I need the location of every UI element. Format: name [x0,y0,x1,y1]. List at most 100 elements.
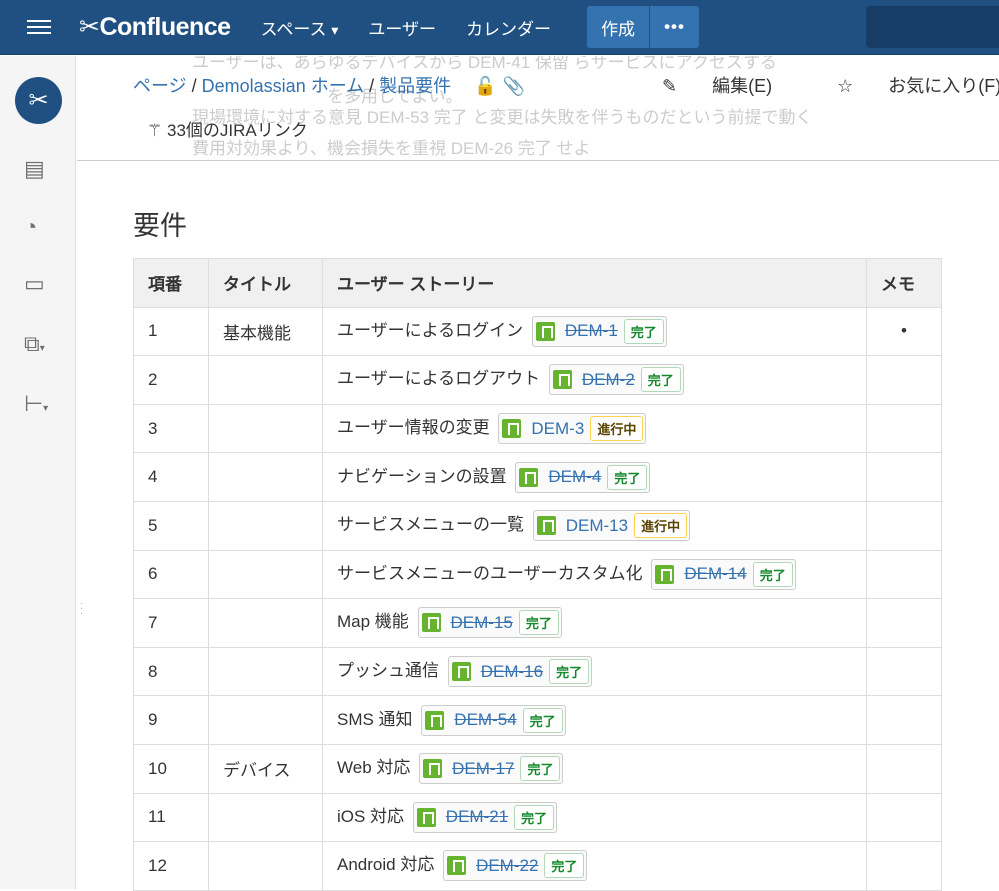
cell-no: 8 [133,646,209,697]
sidebar: ✂ ▤ ◔ ▭ ⧉▾ ⊢▾ · · · [0,56,83,889]
story-bookmark-icon [416,807,436,827]
cell-no: 10 [133,743,209,794]
col-header-no: 項番 [133,258,209,308]
issue-key[interactable]: DEM-13 [566,516,628,536]
jira-icon: ⚚ [147,121,163,140]
jira-issue-link[interactable]: DEM-22 完了 [443,850,588,882]
status-badge: 完了 [520,756,561,782]
search-input[interactable] [866,6,999,48]
table-row: 8 プッシュ通信 DEM-16 完了 [133,646,942,697]
page-actions: ✎ 編集(E) ☆ お気に入り(F) ◉ [662,72,999,98]
star-icon: ☆ [837,76,854,96]
feed-icon[interactable]: ◔ [24,214,37,240]
story-bookmark-icon [536,516,556,536]
cell-title [208,355,323,405]
cell-memo [866,841,942,891]
issue-key[interactable]: DEM-15 [451,613,513,633]
jira-issue-link[interactable]: DEM-2 完了 [548,364,684,396]
story-text: サービスメニューのユーザーカスタム化 [337,563,643,583]
more-icon[interactable]: ••• [649,6,699,48]
jira-issue-link[interactable]: DEM-14 完了 [651,558,796,590]
cell-story: サービスメニューの一覧 DEM-13 進行中 [322,500,867,551]
cell-memo [866,646,942,697]
menu-icon[interactable] [27,16,51,38]
story-bookmark-icon [423,759,443,779]
cell-title: デバイス [208,743,323,794]
pages-icon[interactable]: ▤ [24,156,45,182]
issue-key[interactable]: DEM-4 [548,467,601,487]
nav-calendar[interactable]: カレンダー [466,15,551,40]
jira-issue-link[interactable]: DEM-1 完了 [531,315,667,347]
jira-issue-link[interactable]: DEM-17 完了 [419,753,564,785]
breadcrumb: ページ / Demolassian ホーム / 製品要件 🔓 📎 [133,76,526,96]
breadcrumb-home[interactable]: Demolassian ホーム [202,76,365,96]
cell-story: サービスメニューのユーザーカスタム化 DEM-14 完了 [322,549,867,600]
nav-people[interactable]: ユーザー [368,15,436,40]
issue-key[interactable]: DEM-21 [446,807,508,827]
story-bookmark-icon [502,419,522,439]
calendar-icon[interactable]: ▭ [24,271,45,297]
cell-title [208,598,323,648]
status-badge: 完了 [549,659,590,685]
cell-memo [866,598,942,648]
cell-memo [866,403,942,454]
create-button[interactable]: 作成 [587,6,649,48]
jira-issue-link[interactable]: DEM-54 完了 [421,704,566,736]
cell-no: 1 [133,306,209,357]
story-bookmark-icon [535,321,555,341]
jira-issue-link[interactable]: DEM-15 完了 [417,607,562,639]
jira-links[interactable]: ⚚ 33個のJIRAリンク [147,116,308,141]
cell-no: 3 [133,403,209,454]
nav-spaces[interactable]: スペース ▾ [261,15,339,40]
issue-key[interactable]: DEM-16 [481,662,543,682]
cell-story: ユーザーによるログアウト DEM-2 完了 [322,355,867,405]
status-badge: 進行中 [634,513,688,539]
table-row: 1 基本機能 ユーザーによるログイン DEM-1 完了 • [133,306,942,357]
cell-story: Map 機能 DEM-15 完了 [322,598,867,648]
cell-title [208,841,323,891]
table-row: 4 ナビゲーションの設置 DEM-4 完了 [133,452,942,502]
confluence-logo[interactable]: ✂ Confluence [79,12,231,42]
story-text: プッシュ通信 [337,661,439,681]
unlock-icon[interactable]: 🔓 [474,76,496,96]
status-badge: 完了 [752,561,793,587]
space-logo[interactable]: ✂ [15,77,62,124]
col-header-story: ユーザー ストーリー [322,258,867,308]
cell-memo [866,743,942,794]
cell-title [208,500,323,551]
status-badge: 完了 [522,707,563,733]
jira-issue-link[interactable]: DEM-21 完了 [412,801,558,833]
breadcrumb-current[interactable]: 製品要件 [379,76,451,96]
col-header-title: タイトル [208,258,323,308]
issue-key[interactable]: DEM-22 [476,856,538,876]
story-bookmark-icon [421,613,441,633]
cell-no: 9 [133,695,209,745]
table-row: 2 ユーザーによるログアウト DEM-2 完了 [133,355,942,405]
resize-handle[interactable]: · · · [80,599,83,619]
jira-issue-link[interactable]: DEM-3 進行中 [498,413,647,445]
breadcrumb-pages[interactable]: ページ [133,76,187,96]
cell-story: SMS 通知 DEM-54 完了 [322,695,867,745]
attachment-icon[interactable]: 📎 [503,76,525,96]
issue-key[interactable]: DEM-3 [531,419,584,439]
cell-memo [866,695,942,745]
issue-key[interactable]: DEM-1 [565,321,618,341]
jira-issue-link[interactable]: DEM-4 完了 [515,461,651,493]
issue-key[interactable]: DEM-54 [454,710,516,730]
edit-button[interactable]: ✎ 編集(E) [662,76,802,96]
tree-icon[interactable]: ⊢▾ [24,391,48,417]
story-text: ユーザーによるログイン [337,320,524,340]
issue-key[interactable]: DEM-17 [452,759,514,779]
jira-issue-link[interactable]: DEM-13 進行中 [532,510,691,542]
issue-key[interactable]: DEM-2 [582,370,635,390]
share-icon[interactable]: ⧉▾ [24,331,45,357]
jira-issue-link[interactable]: DEM-16 完了 [447,656,593,688]
status-badge: 完了 [518,610,559,636]
cell-title [208,646,323,697]
status-badge: 進行中 [590,416,644,442]
table-row: 7 Map 機能 DEM-15 完了 [133,598,942,648]
create-group: 作成 ••• [587,6,699,48]
issue-key[interactable]: DEM-14 [684,564,746,584]
cell-no: 7 [133,598,209,648]
favorite-button[interactable]: ☆ お気に入り(F) [837,76,999,96]
